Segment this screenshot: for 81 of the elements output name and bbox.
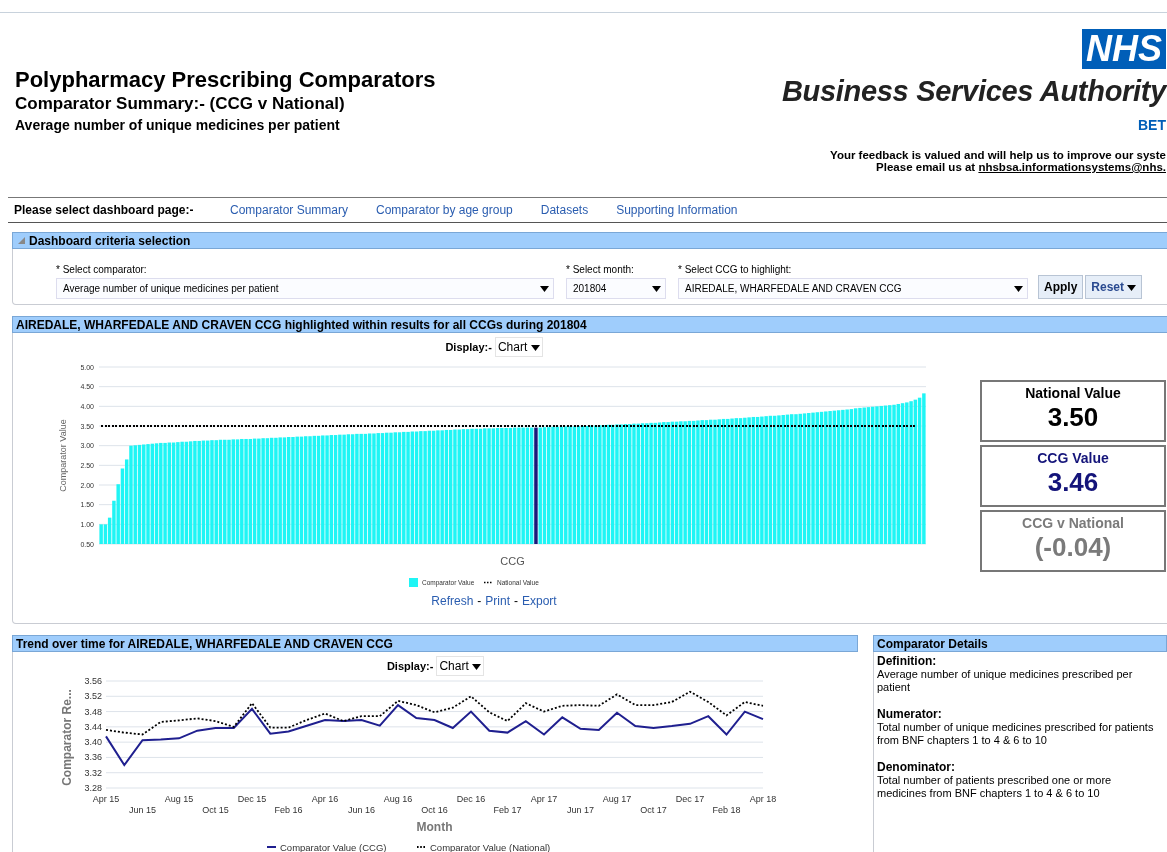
axis-tick-label: Oct 15 [201, 805, 229, 815]
axis-tick-label: 3.56 [83, 676, 102, 686]
axis-tick-label: Aug 17 [602, 794, 631, 804]
nhs-logo: NHS [1082, 29, 1166, 69]
axis-tick-label: Aug 15 [164, 794, 193, 804]
display-dropdown[interactable]: Chart [494, 337, 543, 357]
detail-heading: Numerator: [877, 707, 943, 721]
axis-tick-label: Oct 16 [420, 805, 448, 815]
field-label: * Select CCG to highlight: [678, 264, 793, 275]
axis-tick-label: 3.52 [83, 691, 102, 702]
apply-button[interactable]: Apply [1038, 275, 1084, 299]
axis-title: Comparator Re... [59, 689, 74, 786]
axis-tick-label: Dec 15 [237, 794, 266, 804]
field-label: * Select comparator: [56, 264, 148, 275]
link-separator: - [477, 594, 482, 608]
select-field[interactable]: Average number of unique medicines per patient [56, 278, 554, 299]
kpi-value: 3.50 [1047, 402, 1099, 433]
axis-tick-label: 3.28 [83, 783, 102, 793]
kpi-value: (-0.04) [1034, 532, 1112, 563]
axis-tick-label: Feb 17 [493, 805, 521, 815]
axis-tick-label: Aug 16 [383, 794, 412, 804]
section-title: AIREDALE, WHARFEDALE AND CRAVEN CCG highlighted within results for all CCGs during 201804 [12, 316, 1167, 333]
detail-text: Total number of unique medicines prescribed for patients from BNF chapters 1 to 4 & 6 to 10 [877, 721, 1155, 747]
axis-tick-label: 3.40 [83, 737, 102, 748]
detail-text: Total number of patients prescribed one or more medicines from BNF chapters 1 to 4 & 6 to 10 [877, 774, 1113, 800]
email-text: Please email us at nhsbsa.informationsystems@nhs. [876, 161, 1166, 173]
action-link[interactable]: Export [522, 594, 557, 608]
nav-link[interactable]: Comparator by age group [376, 203, 513, 217]
section-title: Comparator Details [873, 635, 1167, 652]
email-link[interactable]: nhsbsa.informationsystems@nhs. [978, 161, 1166, 173]
axis-tick-label: 3.36 [83, 752, 102, 763]
organisation-name: Business Services Authority [781, 75, 1166, 108]
nav-link[interactable]: Supporting Information [616, 203, 738, 217]
feedback-text: Your feedback is valued and will help us to improve our syste [830, 149, 1166, 161]
select-field[interactable]: 201804 [566, 278, 666, 299]
axis-tick-label: Apr 15 [92, 794, 119, 804]
axis-tick-label: 3.32 [83, 767, 102, 778]
axis-tick-label: Apr 18 [749, 794, 776, 804]
axis-tick-label: Feb 16 [274, 805, 302, 815]
page-subtitle: Comparator Summary:- (CCG v National) [15, 94, 346, 114]
link-separator: - [514, 594, 518, 608]
section-header[interactable]: Dashboard criteria selection [12, 232, 1167, 249]
page-title: Polypharmacy Prescribing Comparators [15, 67, 436, 93]
kpi-label: CCG v National [1022, 515, 1124, 531]
axis-title: CCG [500, 555, 525, 567]
nav-link[interactable]: Datasets [540, 203, 589, 217]
tagline: BET [1138, 117, 1166, 133]
axis-tick-label: Feb 18 [712, 805, 740, 815]
detail-heading: Denominator: [877, 760, 956, 774]
nav-link[interactable]: Comparator Summary [230, 203, 349, 217]
axis-tick-label: 3.44 [83, 721, 102, 732]
field-label: * Select month: [566, 264, 635, 275]
legend-label: Comparator Value (CCG) [279, 841, 386, 852]
axis-tick-label: Apr 17 [530, 794, 557, 804]
axis-title: Month [416, 820, 452, 834]
kpi-label: CCG Value [1037, 450, 1109, 466]
axis-tick-label: Apr 16 [311, 794, 338, 804]
axis-tick-label: Dec 16 [456, 794, 485, 804]
section-title: Trend over time for AIREDALE, WHARFEDALE AND CRAVEN CCG [12, 635, 858, 652]
kpi-label: National Value [1025, 385, 1121, 401]
display-label: Display:- [386, 660, 434, 672]
measure-name: Average number of unique medicines per patient [15, 117, 341, 133]
axis-title: Comparator Value [58, 419, 68, 492]
select-field[interactable]: AIREDALE, WHARFEDALE AND CRAVEN CCG [678, 278, 1028, 299]
axis-tick-label: Jun 15 [128, 805, 156, 815]
nav-label: Please select dashboard page:- [14, 203, 195, 217]
action-link[interactable]: Print [485, 594, 510, 608]
display-dropdown[interactable]: Chart [436, 656, 485, 676]
legend-label: Comparator Value (National) [429, 841, 550, 852]
axis-tick-label: 3.48 [83, 706, 102, 717]
section-title: Dashboard criteria selection [29, 233, 191, 248]
axis-tick-label: Jun 17 [566, 805, 594, 815]
axis-tick-label: Jun 16 [347, 805, 375, 815]
reset-button[interactable]: Reset [1085, 275, 1143, 299]
detail-text: Average number of unique medicines prescribed per patient [877, 668, 1134, 694]
axis-tick-label: Dec 17 [675, 794, 704, 804]
action-link[interactable]: Refresh [431, 594, 474, 608]
axis-tick-label: Oct 17 [639, 805, 667, 815]
display-label: Display:- [445, 341, 492, 353]
kpi-value: 3.46 [1047, 467, 1099, 498]
detail-heading: Definition: [877, 654, 938, 668]
